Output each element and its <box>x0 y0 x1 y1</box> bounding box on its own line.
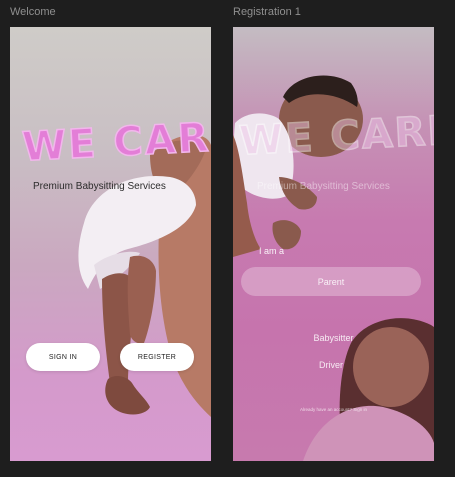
role-option-babysitter[interactable]: Babysitter <box>233 333 434 343</box>
baby-leg-right <box>127 255 156 344</box>
role-option-driver[interactable]: Driver <box>233 360 429 370</box>
role-option-parent[interactable]: Parent <box>241 267 421 296</box>
baby-foot <box>272 220 301 250</box>
frame-label-registration[interactable]: Registration 1 <box>233 6 301 18</box>
role-option-label: Parent <box>317 276 345 287</box>
baby-foot <box>105 376 150 415</box>
frame-label-welcome[interactable]: Welcome <box>10 6 56 18</box>
tagline: Premium Babysitting Services <box>257 181 390 192</box>
registration-screen: WE CARE Premium Babysitting Services I a… <box>233 27 434 461</box>
sign-in-link[interactable]: Already have an account? Sign in <box>233 407 434 412</box>
tagline: Premium Babysitting Services <box>33 181 166 192</box>
baby-photo <box>78 134 211 417</box>
sign-in-button[interactable]: SIGN IN <box>26 343 100 371</box>
role-prompt-label: I am a <box>259 246 285 256</box>
register-button[interactable]: REGISTER <box>120 343 194 371</box>
design-canvas: Welcome Registration 1 WE CARE Premium B… <box>0 0 455 477</box>
parent-baby-photo <box>233 75 434 461</box>
welcome-screen: WE CARE Premium Babysitting Services SIG… <box>10 27 211 461</box>
